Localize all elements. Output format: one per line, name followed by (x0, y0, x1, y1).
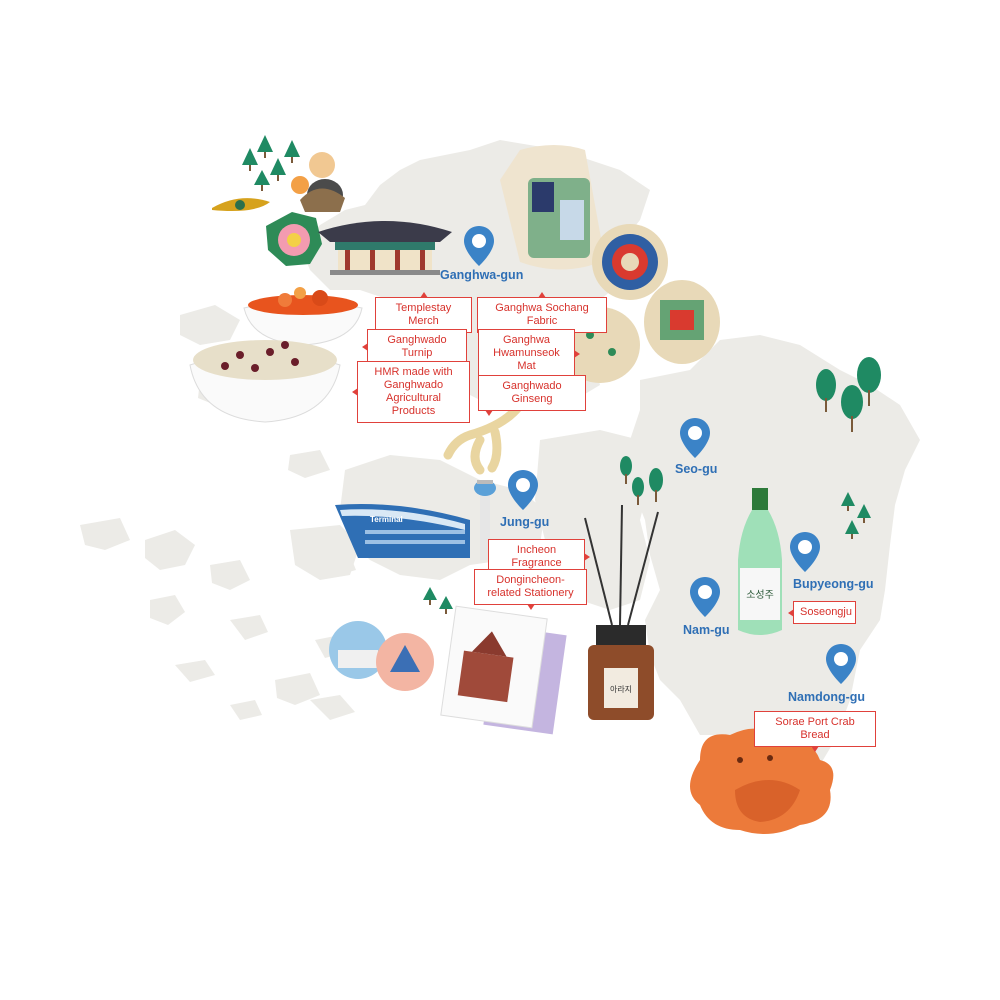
tag-pointer (584, 553, 590, 561)
tag-pointer (352, 388, 358, 396)
tag-pointer (538, 292, 546, 298)
tag-label: Ganghwa Sochang Fabric (495, 302, 589, 327)
location-pin-icon[interactable] (506, 468, 540, 512)
kimchi-bowl-icon (243, 287, 363, 346)
rice-bowl-icon (189, 340, 341, 423)
diffuser-label: 아라지 (610, 684, 632, 694)
tag-crab-bread[interactable]: Sorae Port Crab Bread (754, 711, 876, 752)
tag-ganghwado-ginseng[interactable]: Ganghwado Ginseng (478, 375, 586, 416)
tag-pointer (362, 343, 368, 351)
location-pin-icon[interactable] (788, 530, 822, 574)
tag-label: Sorae Port Crab Bread (775, 716, 855, 741)
monk-icon (291, 152, 345, 212)
tag-pointer (485, 410, 493, 416)
tag-templestay-merch[interactable]: Templestay Merch (375, 292, 472, 333)
tag-ganghwado-turnip[interactable]: Ganghwado Turnip (362, 329, 467, 365)
district-label-bupyeong[interactable]: Bupyeong-gu (793, 577, 874, 591)
lotus-badge-icon (266, 212, 322, 266)
tag-hmr[interactable]: HMR made with Ganghwado Agricultural Pro… (352, 361, 470, 423)
tag-hwamunseok-mat[interactable]: Ganghwa Hwamunseok Mat (478, 329, 580, 378)
badge-icon (329, 621, 434, 691)
incheon-map: 아라지 소성주 Terminal (80, 135, 920, 834)
district-label-seo[interactable]: Seo-gu (675, 462, 717, 476)
tag-label: Ganghwado Turnip (387, 334, 447, 359)
tree-icon (423, 587, 453, 614)
district-label-namdong[interactable]: Namdong-gu (788, 690, 865, 704)
tag-label: Ganghwa Hwamunseok Mat (493, 334, 560, 372)
district-label-jung[interactable]: Jung-gu (500, 515, 549, 529)
tag-pointer (811, 746, 819, 752)
postcard-icon (440, 605, 567, 735)
tag-sochang-fabric[interactable]: Ganghwa Sochang Fabric (477, 292, 607, 333)
tag-label: Dongincheon-related Stationery (487, 574, 574, 599)
tag-pointer (526, 604, 535, 610)
location-pin-icon[interactable] (678, 416, 712, 460)
norigae-icon (212, 198, 270, 211)
terminal-sign: Terminal (370, 515, 403, 524)
temple-icon (318, 221, 452, 275)
tag-label: Ganghwado Ginseng (502, 380, 562, 405)
tag-pointer (419, 292, 428, 298)
district-label-nam[interactable]: Nam-gu (683, 623, 730, 637)
tree-icon (242, 135, 300, 191)
district-label-ganghwa[interactable]: Ganghwa-gun (440, 268, 523, 282)
tag-label: HMR made with Ganghwado Agricultural Pro… (374, 366, 453, 417)
tag-label: Soseongju (800, 606, 852, 618)
tag-soseongju[interactable]: Soseongju (788, 601, 856, 624)
bottle-label: 소성주 (746, 589, 774, 601)
location-pin-icon[interactable] (688, 575, 722, 619)
tag-pointer (788, 608, 794, 617)
tag-dongincheon-stationery[interactable]: Dongincheon-related Stationery (474, 569, 587, 610)
tag-label: Templestay Merch (395, 302, 452, 327)
location-pin-icon[interactable] (824, 642, 858, 686)
location-pin-icon[interactable] (462, 224, 496, 268)
tag-label: Incheon Fragrance (511, 544, 562, 569)
tag-pointer (574, 349, 580, 358)
